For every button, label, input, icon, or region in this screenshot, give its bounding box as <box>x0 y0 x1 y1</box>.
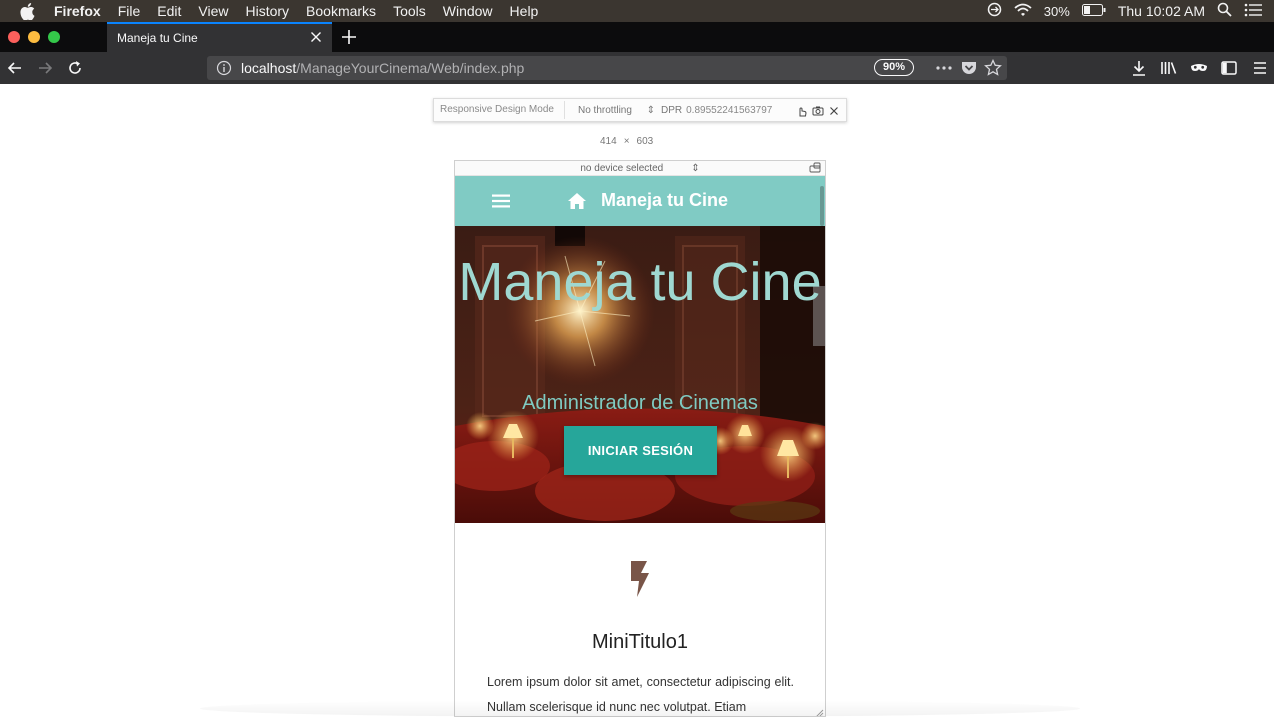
tab-strip: Maneja tu Cine <box>0 22 1274 52</box>
feature-section: MiniTitulo1 Lorem ipsum dolor sit amet, … <box>455 523 825 716</box>
close-rdm-icon[interactable] <box>828 105 840 117</box>
menu-help[interactable]: Help <box>510 3 539 19</box>
menu-view[interactable]: View <box>198 3 228 19</box>
dpr-select[interactable]: DPR 0.89552241563797 <box>661 105 772 116</box>
minimize-window-button[interactable] <box>28 31 40 43</box>
site-info-icon[interactable] <box>216 60 232 76</box>
sidebar-icon[interactable] <box>1219 58 1239 78</box>
menu-file[interactable]: File <box>118 3 141 19</box>
page-actions-icon[interactable] <box>935 59 953 77</box>
select-arrows-icon: ⇕ <box>646 104 655 116</box>
throttling-select[interactable]: No throttling ⇕ <box>565 105 661 116</box>
menu-edit[interactable]: Edit <box>157 3 181 19</box>
screenshot-camera-icon[interactable] <box>812 105 824 117</box>
url-bar[interactable]: localhost/ManageYourCinema/Web/index.php… <box>207 56 1007 80</box>
clock[interactable]: Thu 10:02 AM <box>1118 3 1205 19</box>
hero-section: Maneja tu Cine Administrador de Cinemas … <box>455 226 825 523</box>
navigation-toolbar: localhost/ManageYourCinema/Web/index.php… <box>0 52 1274 84</box>
viewport-size[interactable]: 414 × 603 <box>600 136 653 147</box>
battery-percent: 30% <box>1043 3 1070 19</box>
url-path: /ManageYourCinema/Web/index.php <box>296 60 525 76</box>
responsive-design-toolbar: Responsive Design Mode No throttling ⇕ DP… <box>433 98 847 122</box>
viewport-scrollbar[interactable] <box>820 186 824 226</box>
sync-icon[interactable] <box>987 2 1002 20</box>
apple-icon[interactable] <box>20 2 38 20</box>
select-arrows-icon: ⇕ <box>691 163 700 174</box>
zoom-window-button[interactable] <box>48 31 60 43</box>
dpr-value: 0.89552241563797 <box>686 104 773 116</box>
throttling-value: No throttling <box>578 104 632 116</box>
hamburger-icon[interactable] <box>492 194 510 208</box>
touch-simulation-icon[interactable] <box>796 105 808 117</box>
battery-icon[interactable] <box>1081 3 1106 19</box>
close-tab-icon[interactable] <box>308 29 324 45</box>
dpr-label: DPR <box>661 104 683 116</box>
size-separator: × <box>623 136 630 147</box>
spotlight-search-icon[interactable] <box>1217 2 1232 20</box>
site-brand-text: Maneja tu Cine <box>601 190 729 210</box>
site-brand-link[interactable]: Maneja tu Cine <box>567 190 728 211</box>
device-selector[interactable]: no device selected ⇕ <box>455 161 825 176</box>
device-frame: no device selected ⇕ Maneja tu Cine Mane… <box>454 160 826 717</box>
library-icon[interactable] <box>1159 58 1179 78</box>
viewport-width[interactable]: 414 <box>600 136 617 147</box>
menu-tools[interactable]: Tools <box>393 3 426 19</box>
url-host: localhost <box>241 60 297 76</box>
rotate-device-icon[interactable] <box>808 162 822 174</box>
private-mask-icon[interactable] <box>1189 58 1209 78</box>
menu-history[interactable]: History <box>245 3 289 19</box>
device-viewport[interactable]: Maneja tu Cine Maneja tu Cine Administra… <box>455 176 825 716</box>
back-arrow-icon[interactable] <box>5 58 25 78</box>
reload-icon[interactable] <box>65 58 85 78</box>
site-navbar: Maneja tu Cine <box>455 176 825 226</box>
tab-title: Maneja tu Cine <box>117 31 198 45</box>
pocket-icon[interactable] <box>960 59 978 77</box>
tab-maneja-tu-cine[interactable]: Maneja tu Cine <box>107 22 332 52</box>
menu-firefox[interactable]: Firefox <box>54 3 101 19</box>
close-window-button[interactable] <box>8 31 20 43</box>
rdm-label: Responsive Design Mode <box>434 101 565 119</box>
macos-menu-bar: Firefox File Edit View History Bookmarks… <box>0 0 1274 22</box>
feature-title: MiniTitulo1 <box>592 631 688 653</box>
bookmark-star-icon[interactable] <box>984 58 1002 77</box>
bolt-icon <box>628 561 652 597</box>
viewport-height[interactable]: 603 <box>637 136 654 147</box>
menu-bookmarks[interactable]: Bookmarks <box>306 3 376 19</box>
url-text[interactable]: localhost/ManageYourCinema/Web/index.php <box>241 60 524 76</box>
downloads-icon[interactable] <box>1129 58 1149 78</box>
wifi-icon[interactable] <box>1014 3 1032 20</box>
new-tab-icon[interactable] <box>338 26 360 48</box>
zoom-level-button[interactable]: 90% <box>874 59 914 76</box>
content-shadow <box>200 700 1080 717</box>
forward-arrow-icon[interactable] <box>35 58 55 78</box>
menu-window[interactable]: Window <box>443 3 493 19</box>
device-select-value: no device selected <box>580 163 664 174</box>
hamburger-menu-icon[interactable] <box>1250 58 1270 78</box>
hero-title: Maneja tu Cine <box>458 252 822 312</box>
hero-subtitle: Administrador de Cinemas <box>522 392 758 414</box>
window-controls <box>8 31 60 43</box>
home-icon <box>567 192 587 210</box>
notification-center-icon[interactable] <box>1244 3 1262 20</box>
login-button[interactable]: INICIAR SESIÓN <box>564 426 717 475</box>
